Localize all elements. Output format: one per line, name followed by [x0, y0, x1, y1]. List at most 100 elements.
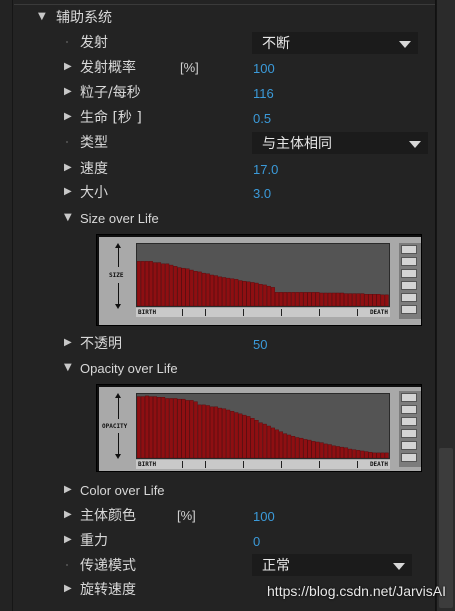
- chart-bar: [157, 262, 162, 306]
- chart-bar: [214, 406, 218, 458]
- chart-bar: [279, 292, 284, 306]
- vertical-scrollbar[interactable]: [436, 0, 455, 611]
- chart-bar: [295, 292, 300, 306]
- chart-bar: [165, 398, 170, 458]
- preset-curve-icon[interactable]: [401, 305, 417, 314]
- chart-bar: [193, 271, 198, 306]
- chart-bar: [380, 294, 385, 306]
- x-start-label: BIRTH: [138, 461, 157, 468]
- chart-bar: [144, 395, 149, 458]
- preset-curve-icon[interactable]: [401, 453, 417, 462]
- twirl-right-icon[interactable]: ▶: [64, 60, 72, 74]
- chart-bar: [214, 275, 218, 306]
- chart-bar: [165, 263, 170, 306]
- chart-bar: [340, 292, 344, 306]
- opacity-label: 不透明: [80, 336, 122, 352]
- gravity-value[interactable]: 0: [253, 533, 260, 551]
- chart-bar: [307, 292, 312, 306]
- chart-bar: [185, 400, 190, 458]
- twirl-down-icon[interactable]: ▼: [38, 10, 46, 24]
- twirl-down-icon[interactable]: ▼: [64, 361, 72, 375]
- twirl-right-icon[interactable]: ▶: [64, 185, 72, 199]
- row-dot: [66, 141, 68, 143]
- chart-bar: [197, 271, 202, 306]
- preset-curve-icon[interactable]: [401, 417, 417, 426]
- chart-bar: [222, 408, 227, 458]
- chevron-down-icon: [399, 41, 411, 48]
- chart-bar: [137, 396, 141, 458]
- preset-curve-icon[interactable]: [401, 257, 417, 266]
- type-label: 类型: [80, 135, 108, 151]
- chart-bar: [153, 396, 158, 458]
- chart-bar: [242, 281, 247, 306]
- particles-per-sec-value[interactable]: 116: [253, 85, 274, 103]
- chart-bar: [348, 448, 353, 458]
- chart-bar: [372, 452, 377, 458]
- chart-bar: [287, 434, 292, 458]
- chart-bar: [295, 437, 300, 458]
- arrow-down-icon: [115, 454, 121, 459]
- transfer-mode-dropdown[interactable]: 正常: [252, 554, 412, 576]
- chart-bar: [234, 412, 239, 458]
- twirl-right-icon[interactable]: ▶: [64, 483, 72, 497]
- preset-curve-icon[interactable]: [401, 245, 417, 254]
- main-color-value[interactable]: 100: [253, 508, 275, 526]
- chart-bar: [311, 441, 316, 458]
- chart-bar: [331, 445, 336, 458]
- preset-curve-icon[interactable]: [401, 293, 417, 302]
- chart-bar: [201, 404, 206, 458]
- twirl-down-icon[interactable]: ▼: [64, 211, 72, 225]
- x-tick: [281, 461, 282, 468]
- twirl-right-icon[interactable]: ▶: [64, 85, 72, 99]
- section-auxiliary-system[interactable]: ▼ 辅助系统: [0, 6, 436, 30]
- chart-bar: [283, 292, 288, 306]
- opacity-value[interactable]: 50: [253, 336, 267, 354]
- speed-value[interactable]: 17.0: [253, 161, 278, 179]
- bar-chart-svg: [137, 261, 389, 306]
- color-over-life-label: Color over Life: [80, 483, 165, 498]
- twirl-right-icon[interactable]: ▶: [64, 336, 72, 350]
- chart-bar: [266, 425, 271, 458]
- twirl-right-icon[interactable]: ▶: [64, 161, 72, 175]
- chart-bar: [283, 433, 288, 458]
- preset-curve-icon[interactable]: [401, 269, 417, 278]
- twirl-right-icon[interactable]: ▶: [64, 533, 72, 547]
- x-end-label: DEATH: [369, 309, 388, 316]
- life-value[interactable]: 0.5: [253, 110, 271, 128]
- type-dropdown[interactable]: 与主体相同: [252, 132, 428, 154]
- opacity-plot-area[interactable]: [136, 393, 390, 459]
- twirl-right-icon[interactable]: ▶: [64, 508, 72, 522]
- chart-bar: [262, 423, 267, 458]
- size-value[interactable]: 3.0: [253, 185, 271, 203]
- chart-bar: [266, 285, 271, 306]
- chart-bar: [230, 278, 235, 306]
- row-life: ▶ 生命 [秒 ] 0.5: [0, 106, 436, 130]
- preset-curve-icon[interactable]: [401, 405, 417, 414]
- size-over-life-graph[interactable]: SIZE BIRTH DEATH: [96, 234, 422, 326]
- effect-controls-panel: ▼ 辅助系统 发射 不断 ▶ 发射概率 [%] 100 ▶ 粒子/每秒 116 …: [0, 0, 436, 611]
- chart-bar: [209, 274, 214, 306]
- emit-rate-value[interactable]: 100: [253, 60, 275, 78]
- preset-curve-icon[interactable]: [401, 281, 417, 290]
- type-selected-value: 与主体相同: [262, 136, 332, 152]
- size-plot-area[interactable]: [136, 243, 390, 307]
- emit-dropdown[interactable]: 不断: [252, 32, 418, 54]
- graph-y-label: SIZE: [109, 272, 124, 279]
- twirl-right-icon[interactable]: ▶: [64, 582, 72, 596]
- chart-bar: [148, 261, 153, 306]
- chart-bar: [376, 294, 381, 306]
- chart-bar: [303, 292, 308, 306]
- chart-bar: [185, 268, 190, 306]
- chart-bar: [173, 398, 178, 458]
- opacity-over-life-graph[interactable]: OPACITY BIRTH DEATH: [96, 384, 422, 472]
- chart-bar: [299, 437, 304, 458]
- chart-bar: [250, 418, 255, 458]
- chevron-down-icon: [393, 563, 405, 570]
- preset-curve-icon[interactable]: [401, 429, 417, 438]
- preset-curve-icon[interactable]: [401, 393, 417, 402]
- chart-bar: [177, 398, 182, 458]
- twirl-right-icon[interactable]: ▶: [64, 110, 72, 124]
- preset-curve-icon[interactable]: [401, 441, 417, 450]
- x-tick: [205, 461, 206, 468]
- chart-bar: [291, 436, 296, 458]
